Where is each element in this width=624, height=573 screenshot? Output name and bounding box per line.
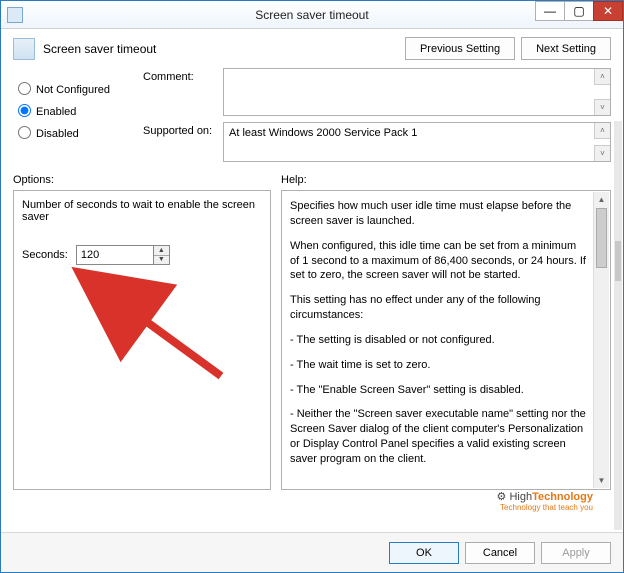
comment-scroll[interactable]: ˄˅ [594,69,610,115]
apply-button[interactable]: Apply [541,542,611,564]
supported-textbox: At least Windows 2000 Service Pack 1 ˄˅ [223,122,611,162]
radio-enabled[interactable]: Enabled [13,101,143,118]
next-setting-button[interactable]: Next Setting [521,37,611,60]
window-title: Screen saver timeout [1,8,623,22]
title-bar: Screen saver timeout — ▢ ✕ [1,1,623,29]
options-description: Number of seconds to wait to enable the … [22,199,262,223]
close-button[interactable]: ✕ [593,1,623,21]
scroll-up-icon[interactable]: ▲ [594,192,609,207]
help-p1: Specifies how much user idle time must e… [290,199,588,229]
help-scrollbar[interactable]: ▲ ▼ [593,192,609,488]
spinner-up-icon[interactable]: ▲ [154,246,169,256]
help-b2: - The wait time is set to zero. [290,358,588,373]
policy-title: Screen saver timeout [43,42,156,56]
help-b3: - The "Enable Screen Saver" setting is d… [290,383,588,398]
options-pane: Number of seconds to wait to enable the … [13,190,271,490]
previous-setting-button[interactable]: Previous Setting [405,37,515,60]
scroll-thumb[interactable] [596,208,607,268]
system-icon [7,7,23,23]
options-heading: Options: [13,174,281,186]
minimize-button[interactable]: — [535,1,565,21]
seconds-label: Seconds: [22,249,68,261]
comment-textbox[interactable]: ˄˅ [223,68,611,116]
cancel-button[interactable]: Cancel [465,542,535,564]
help-pane: Specifies how much user idle time must e… [281,190,611,490]
window-scrollbar[interactable] [614,121,622,530]
help-heading: Help: [281,174,307,186]
spinner-down-icon[interactable]: ▼ [154,256,169,265]
state-radio-group: Not Configured Enabled Disabled [13,68,143,145]
help-b4: - Neither the "Screen saver executable n… [290,407,588,466]
seconds-input[interactable] [77,246,153,264]
ok-button[interactable]: OK [389,542,459,564]
radio-not-configured[interactable]: Not Configured [13,79,143,96]
dialog-footer: OK Cancel Apply [1,532,623,572]
help-p3: This setting has no effect under any of … [290,293,588,323]
scroll-down-icon[interactable]: ▼ [594,473,609,488]
radio-disabled[interactable]: Disabled [13,123,143,140]
help-b1: - The setting is disabled or not configu… [290,333,588,348]
watermark: ⚙ HighTechnology Technology that teach y… [497,487,593,512]
comment-label: Comment: [143,68,223,116]
seconds-spinner[interactable]: ▲ ▼ [76,245,170,265]
policy-icon [13,38,35,60]
maximize-button[interactable]: ▢ [564,1,594,21]
supported-scroll[interactable]: ˄˅ [594,123,610,161]
supported-label: Supported on: [143,122,223,162]
help-p2: When configured, this idle time can be s… [290,239,588,284]
